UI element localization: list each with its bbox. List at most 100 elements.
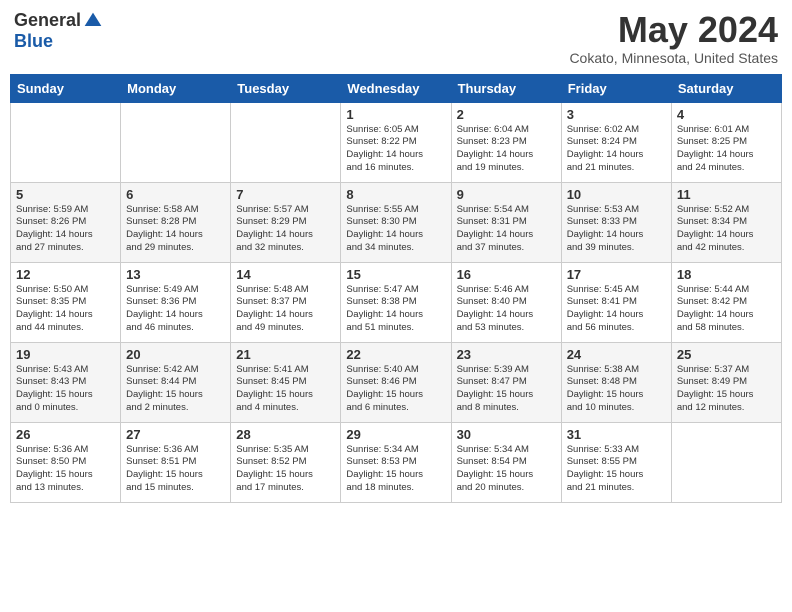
calendar-cell: 23 Sunrise: 5:39 AM Sunset: 8:47 PM Dayli… xyxy=(451,342,561,422)
calendar-cell: 31 Sunrise: 5:33 AM Sunset: 8:55 PM Dayli… xyxy=(561,422,671,502)
calendar-cell: 13Sunrise: 5:49 AM Sunset: 8:36 PM Dayli… xyxy=(121,262,231,342)
day-number: 6 xyxy=(126,187,225,202)
day-info: Sunrise: 5:52 AM Sunset: 8:34 PM Dayligh… xyxy=(677,204,776,255)
day-of-week-header: Friday xyxy=(561,74,671,102)
day-info: Sunrise: 6:02 AM Sunset: 8:24 PM Dayligh… xyxy=(567,124,666,175)
calendar-cell xyxy=(671,422,781,502)
day-number: 24 xyxy=(567,347,666,362)
day-info: Sunrise: 5:55 AM Sunset: 8:30 PM Dayligh… xyxy=(346,204,445,255)
day-info: Sunrise: 5:44 AM Sunset: 8:42 PM Dayligh… xyxy=(677,284,776,335)
day-number: 8 xyxy=(346,187,445,202)
day-number: 31 xyxy=(567,427,666,442)
day-info: Sunrise: 5:34 AM Sunset: 8:54 PM Dayligh… xyxy=(457,444,556,495)
day-info: Sunrise: 5:34 AM Sunset: 8:53 PM Dayligh… xyxy=(346,444,445,495)
calendar-cell: 1 Sunrise: 6:05 AM Sunset: 8:22 PM Daylig… xyxy=(341,102,451,182)
day-info: Sunrise: 5:43 AM Sunset: 8:43 PM Dayligh… xyxy=(16,364,115,415)
day-info: Sunrise: 5:53 AM Sunset: 8:33 PM Dayligh… xyxy=(567,204,666,255)
day-number: 18 xyxy=(677,267,776,282)
calendar-cell: 27Sunrise: 5:36 AM Sunset: 8:51 PM Dayli… xyxy=(121,422,231,502)
logo-blue: Blue xyxy=(14,31,53,52)
day-info: Sunrise: 5:57 AM Sunset: 8:29 PM Dayligh… xyxy=(236,204,335,255)
day-number: 19 xyxy=(16,347,115,362)
calendar-cell: 29 Sunrise: 5:34 AM Sunset: 8:53 PM Dayli… xyxy=(341,422,451,502)
calendar-cell: 3 Sunrise: 6:02 AM Sunset: 8:24 PM Daylig… xyxy=(561,102,671,182)
day-info: Sunrise: 5:58 AM Sunset: 8:28 PM Dayligh… xyxy=(126,204,225,255)
calendar-cell: 15Sunrise: 5:47 AM Sunset: 8:38 PM Dayli… xyxy=(341,262,451,342)
logo: General Blue xyxy=(14,10,103,52)
day-info: Sunrise: 5:46 AM Sunset: 8:40 PM Dayligh… xyxy=(457,284,556,335)
day-of-week-header: Saturday xyxy=(671,74,781,102)
day-of-week-header: Sunday xyxy=(11,74,121,102)
day-of-week-header: Tuesday xyxy=(231,74,341,102)
day-number: 22 xyxy=(346,347,445,362)
day-of-week-header: Thursday xyxy=(451,74,561,102)
day-info: Sunrise: 5:45 AM Sunset: 8:41 PM Dayligh… xyxy=(567,284,666,335)
day-number: 3 xyxy=(567,107,666,122)
day-info: Sunrise: 5:59 AM Sunset: 8:26 PM Dayligh… xyxy=(16,204,115,255)
calendar-table: SundayMondayTuesdayWednesdayThursdayFrid… xyxy=(10,74,782,503)
calendar-cell: 18 Sunrise: 5:44 AM Sunset: 8:42 PM Dayli… xyxy=(671,262,781,342)
logo-general: General xyxy=(14,10,81,31)
day-number: 29 xyxy=(346,427,445,442)
calendar-cell: 21Sunrise: 5:41 AM Sunset: 8:45 PM Dayli… xyxy=(231,342,341,422)
logo-icon xyxy=(83,11,103,31)
calendar-cell xyxy=(11,102,121,182)
day-number: 9 xyxy=(457,187,556,202)
calendar-cell: 8 Sunrise: 5:55 AM Sunset: 8:30 PM Daylig… xyxy=(341,182,451,262)
calendar-cell: 6 Sunrise: 5:58 AM Sunset: 8:28 PM Daylig… xyxy=(121,182,231,262)
day-number: 23 xyxy=(457,347,556,362)
calendar-cell: 10 Sunrise: 5:53 AM Sunset: 8:33 PM Dayli… xyxy=(561,182,671,262)
page-header: General Blue May 2024 Cokato, Minnesota,… xyxy=(10,10,782,66)
day-number: 15 xyxy=(346,267,445,282)
day-number: 16 xyxy=(457,267,556,282)
day-number: 13 xyxy=(126,267,225,282)
calendar-cell: 14 Sunrise: 5:48 AM Sunset: 8:37 PM Dayli… xyxy=(231,262,341,342)
day-number: 2 xyxy=(457,107,556,122)
day-number: 17 xyxy=(567,267,666,282)
day-info: Sunrise: 5:50 AM Sunset: 8:35 PM Dayligh… xyxy=(16,284,115,335)
day-number: 21 xyxy=(236,347,335,362)
day-number: 7 xyxy=(236,187,335,202)
calendar-cell: 22 Sunrise: 5:40 AM Sunset: 8:46 PM Dayli… xyxy=(341,342,451,422)
day-number: 20 xyxy=(126,347,225,362)
day-of-week-header: Wednesday xyxy=(341,74,451,102)
calendar-cell: 26 Sunrise: 5:36 AM Sunset: 8:50 PM Dayli… xyxy=(11,422,121,502)
calendar-cell: 7 Sunrise: 5:57 AM Sunset: 8:29 PM Daylig… xyxy=(231,182,341,262)
location: Cokato, Minnesota, United States xyxy=(569,50,778,66)
day-number: 5 xyxy=(16,187,115,202)
day-info: Sunrise: 5:40 AM Sunset: 8:46 PM Dayligh… xyxy=(346,364,445,415)
calendar-cell: 12 Sunrise: 5:50 AM Sunset: 8:35 PM Dayli… xyxy=(11,262,121,342)
day-info: Sunrise: 5:33 AM Sunset: 8:55 PM Dayligh… xyxy=(567,444,666,495)
day-info: Sunrise: 5:38 AM Sunset: 8:48 PM Dayligh… xyxy=(567,364,666,415)
calendar-cell: 16 Sunrise: 5:46 AM Sunset: 8:40 PM Dayli… xyxy=(451,262,561,342)
day-info: Sunrise: 6:04 AM Sunset: 8:23 PM Dayligh… xyxy=(457,124,556,175)
day-number: 10 xyxy=(567,187,666,202)
day-number: 14 xyxy=(236,267,335,282)
month-title: May 2024 xyxy=(569,10,778,50)
day-number: 12 xyxy=(16,267,115,282)
day-number: 25 xyxy=(677,347,776,362)
day-number: 4 xyxy=(677,107,776,122)
calendar-cell: 17 Sunrise: 5:45 AM Sunset: 8:41 PM Dayli… xyxy=(561,262,671,342)
calendar-cell: 28Sunrise: 5:35 AM Sunset: 8:52 PM Dayli… xyxy=(231,422,341,502)
calendar-cell: 2 Sunrise: 6:04 AM Sunset: 8:23 PM Daylig… xyxy=(451,102,561,182)
calendar-cell: 11 Sunrise: 5:52 AM Sunset: 8:34 PM Dayli… xyxy=(671,182,781,262)
day-info: Sunrise: 5:39 AM Sunset: 8:47 PM Dayligh… xyxy=(457,364,556,415)
day-info: Sunrise: 6:01 AM Sunset: 8:25 PM Dayligh… xyxy=(677,124,776,175)
calendar-cell xyxy=(121,102,231,182)
day-info: Sunrise: 6:05 AM Sunset: 8:22 PM Dayligh… xyxy=(346,124,445,175)
day-info: Sunrise: 5:37 AM Sunset: 8:49 PM Dayligh… xyxy=(677,364,776,415)
day-info: Sunrise: 5:36 AM Sunset: 8:50 PM Dayligh… xyxy=(16,444,115,495)
day-number: 11 xyxy=(677,187,776,202)
day-info: Sunrise: 5:48 AM Sunset: 8:37 PM Dayligh… xyxy=(236,284,335,335)
day-info: Sunrise: 5:35 AM Sunset: 8:52 PM Dayligh… xyxy=(236,444,335,495)
title-area: May 2024 Cokato, Minnesota, United State… xyxy=(569,10,778,66)
calendar-cell: 5 Sunrise: 5:59 AM Sunset: 8:26 PM Daylig… xyxy=(11,182,121,262)
calendar-cell xyxy=(231,102,341,182)
calendar-cell: 20Sunrise: 5:42 AM Sunset: 8:44 PM Dayli… xyxy=(121,342,231,422)
day-number: 26 xyxy=(16,427,115,442)
day-number: 1 xyxy=(346,107,445,122)
calendar-cell: 25 Sunrise: 5:37 AM Sunset: 8:49 PM Dayli… xyxy=(671,342,781,422)
day-info: Sunrise: 5:54 AM Sunset: 8:31 PM Dayligh… xyxy=(457,204,556,255)
calendar-cell: 24 Sunrise: 5:38 AM Sunset: 8:48 PM Dayli… xyxy=(561,342,671,422)
